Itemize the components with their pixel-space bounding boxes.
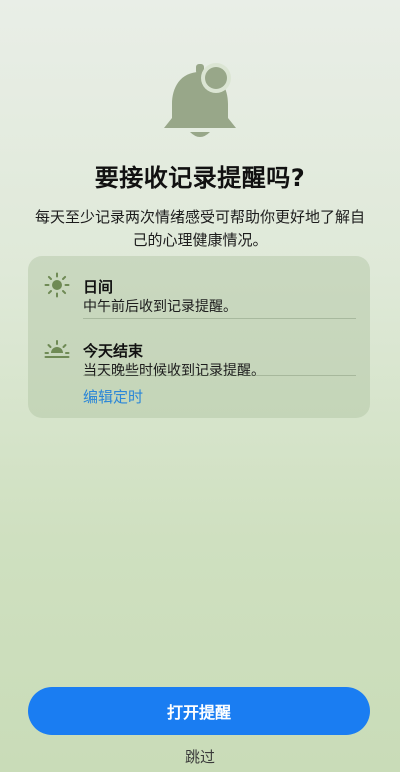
option-daytime-title: 日间 bbox=[83, 278, 114, 296]
option-daytime: 日间 中午前后收到记录提醒。 bbox=[28, 260, 370, 315]
option-end-of-day: 今天结束 当天晚些时候收到记录提醒。 bbox=[28, 324, 370, 379]
option-daytime-description: 中午前后收到记录提醒。 bbox=[83, 299, 237, 315]
enable-reminders-button[interactable]: 打开提醒 bbox=[28, 687, 370, 735]
option-end-of-day-description: 当天晚些时候收到记录提醒。 bbox=[83, 363, 265, 379]
divider bbox=[83, 318, 356, 319]
divider bbox=[83, 375, 356, 376]
bell-icon bbox=[150, 60, 250, 150]
reminder-onboarding-screen: 要接收记录提醒吗? 每天至少记录两次情绪感受可帮助你更好地了解自己的心理健康情况… bbox=[0, 0, 400, 772]
edit-schedule-link[interactable]: 编辑定时 bbox=[83, 386, 143, 407]
page-subtitle: 每天至少记录两次情绪感受可帮助你更好地了解自己的心理健康情况。 bbox=[34, 208, 365, 249]
page-title: 要接收记录提醒吗? bbox=[94, 164, 306, 192]
option-end-of-day-title: 今天结束 bbox=[83, 342, 144, 360]
skip-button[interactable]: 跳过 bbox=[0, 746, 400, 767]
reminder-options-card: 日间 中午前后收到记录提醒。 今天结束 当天晚些时候收到记录提醒。 编辑定时 bbox=[28, 256, 370, 418]
sun-icon bbox=[44, 272, 70, 298]
sunset-icon bbox=[44, 336, 70, 362]
